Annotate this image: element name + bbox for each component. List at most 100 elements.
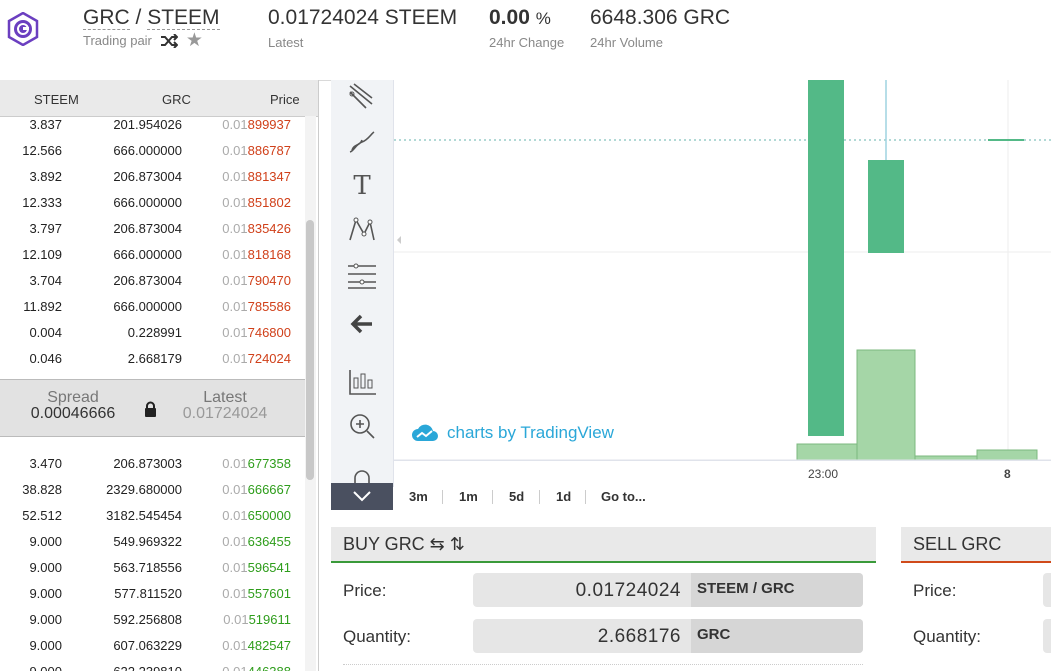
order-row[interactable]: 3.797 206.873004 0.01835426 — [0, 214, 305, 240]
order-price-digits: 446388 — [248, 664, 291, 671]
scroll-handle[interactable] — [397, 236, 401, 244]
buy-panel: BUY GRC ⇆ ⇅ Price: 0.01724024 STEEM / GR… — [331, 527, 876, 671]
timeframe-bar: 3m 1m 5d 1d Go to... — [394, 486, 1051, 513]
latest-price-value: 0.01724024 STEEM — [268, 6, 458, 29]
sell-quantity-label: Quantity: — [913, 627, 982, 646]
timeframe-1d[interactable]: 1d — [556, 489, 571, 504]
order-price-prefix: 0.01 — [222, 117, 248, 132]
order-price-prefix: 0.01 — [222, 586, 248, 601]
order-price-prefix: 0.01 — [222, 143, 248, 158]
latest-block: Latest 0.01724024 — [178, 390, 272, 422]
pair-title[interactable]: GRC / STEEM — [83, 6, 220, 30]
order-row[interactable]: 12.109 666.000000 0.01818168 — [0, 240, 305, 266]
tradingview-label[interactable]: charts by TradingView — [447, 423, 614, 443]
order-row[interactable]: 3.892 206.873004 0.01881347 — [0, 162, 305, 188]
pattern-tool-icon[interactable] — [346, 214, 378, 246]
order-steem: 3.797 — [29, 221, 62, 236]
order-price-digits: 596541 — [247, 560, 291, 575]
zoom-in-icon[interactable] — [346, 410, 378, 442]
order-row[interactable]: 9.000 549.969322 0.01636455 — [0, 527, 305, 553]
pair-subtitle: Trading pair — [83, 33, 152, 48]
order-grc: 577.811520 — [114, 586, 182, 601]
chevron-down-icon[interactable] — [352, 489, 372, 503]
spread-latest-label: Latest — [203, 389, 247, 406]
buy-price-input[interactable]: 0.01724024 STEEM / GRC — [473, 573, 863, 607]
chart-plot-area[interactable] — [394, 80, 1051, 460]
order-row[interactable]: 38.828 2329.680000 0.01666667 — [0, 475, 305, 501]
trading-pair[interactable]: GRC / STEEM Trading pair ★ — [83, 6, 220, 50]
order-row[interactable]: 9.000 592.256808 0.01519611 — [0, 605, 305, 631]
buy-price-value[interactable]: 0.01724024 — [576, 580, 681, 602]
order-row[interactable]: 52.512 3182.545454 0.01650000 — [0, 501, 305, 527]
order-grc: 2329.680000 — [106, 482, 182, 497]
timeframe-1m[interactable]: 1m — [459, 489, 478, 504]
order-row[interactable]: 12.333 666.000000 0.01851802 — [0, 188, 305, 214]
toolbar-collapse-button[interactable] — [331, 483, 393, 510]
drawing-toolbar: T — [331, 80, 394, 488]
goto-date-button[interactable]: Go to... — [601, 489, 646, 504]
col-steem: STEEM — [34, 92, 79, 107]
order-row[interactable]: 9.000 622.239810 0.01446388 — [0, 657, 305, 671]
order-grc: 206.873004 — [113, 273, 182, 288]
candle[interactable] — [808, 80, 844, 436]
favorite-star-icon[interactable]: ★ — [186, 31, 203, 50]
sell-quantity-input[interactable] — [1043, 619, 1051, 653]
order-row[interactable]: 11.892 666.000000 0.01785586 — [0, 292, 305, 318]
order-price: 0.01851802 — [222, 195, 291, 210]
lock-icon[interactable] — [144, 401, 157, 417]
spread-value: 0.00046666 — [30, 405, 116, 422]
change-value: 0.00 — [489, 6, 530, 29]
order-steem: 11.892 — [23, 299, 62, 314]
order-book-scrollbar[interactable] — [306, 220, 314, 480]
buy-quantity-input[interactable]: 2.668176 GRC — [473, 619, 863, 653]
order-price: 0.01835426 — [222, 221, 291, 236]
latest-price-label: Latest — [268, 35, 304, 50]
candle[interactable] — [868, 160, 904, 253]
pair-quote[interactable]: STEEM — [147, 6, 220, 30]
trend-line-tool-icon[interactable] — [346, 80, 378, 112]
order-row[interactable]: 0.046 2.668179 0.01724024 — [0, 344, 305, 370]
order-price-prefix: 0.01 — [222, 195, 248, 210]
brush-tool-icon[interactable] — [346, 126, 378, 158]
shuffle-icon[interactable] — [160, 33, 178, 48]
back-arrow-icon[interactable] — [346, 308, 378, 340]
separator — [492, 490, 493, 504]
order-row[interactable]: 3.704 206.873004 0.01790470 — [0, 266, 305, 292]
order-price-digits: 790470 — [247, 273, 291, 288]
buy-panel-title[interactable]: BUY GRC ⇆ ⇅ — [331, 527, 876, 563]
sell-panel-title[interactable]: SELL GRC — [901, 527, 1051, 563]
order-price-prefix: 0.01 — [222, 273, 248, 288]
order-price: 0.01881347 — [222, 169, 291, 184]
order-price: 0.01899937 — [222, 117, 291, 132]
tradingview-attribution[interactable]: charts by TradingView — [411, 423, 614, 443]
candles-icon[interactable] — [346, 366, 378, 398]
change-label: 24hr Change — [489, 35, 565, 50]
spread-label: Spread — [47, 389, 99, 406]
order-price-prefix: 0.01 — [222, 508, 248, 523]
price-chart[interactable]: T 23:00 8 charts by TradingView 3m 1m 5d… — [331, 80, 1051, 513]
timeframe-5d[interactable]: 5d — [509, 489, 524, 504]
order-price-prefix: 0.01 — [222, 169, 248, 184]
order-row[interactable]: 12.566 666.000000 0.01886787 — [0, 136, 305, 162]
buy-price-unit: STEEM / GRC — [691, 573, 863, 607]
order-price-prefix: 0.01 — [222, 299, 248, 314]
gridcoin-logo-icon[interactable] — [6, 12, 40, 46]
pair-base[interactable]: GRC — [83, 6, 130, 30]
order-row[interactable]: 9.000 607.063229 0.01482547 — [0, 631, 305, 657]
text-tool-icon[interactable]: T — [346, 170, 378, 202]
spread-latest-value: 0.01724024 — [182, 405, 268, 422]
order-steem: 0.004 — [29, 325, 62, 340]
order-row[interactable]: 9.000 563.718556 0.01596541 — [0, 553, 305, 579]
buy-price-label: Price: — [343, 581, 387, 600]
order-row[interactable]: 3.837 201.954026 0.01899937 — [0, 110, 305, 136]
separator — [442, 490, 443, 504]
order-grc: 0.228991 — [127, 325, 182, 340]
order-row[interactable]: 3.470 206.873003 0.01677358 — [0, 449, 305, 475]
order-row[interactable]: 9.000 577.811520 0.01557601 — [0, 579, 305, 605]
fib-tool-icon[interactable] — [346, 260, 378, 292]
timeframe-3m[interactable]: 3m — [409, 489, 428, 504]
sell-price-label: Price: — [913, 581, 957, 600]
sell-price-input[interactable] — [1043, 573, 1051, 607]
order-row[interactable]: 0.004 0.228991 0.01746800 — [0, 318, 305, 344]
buy-quantity-value[interactable]: 2.668176 — [598, 626, 681, 648]
